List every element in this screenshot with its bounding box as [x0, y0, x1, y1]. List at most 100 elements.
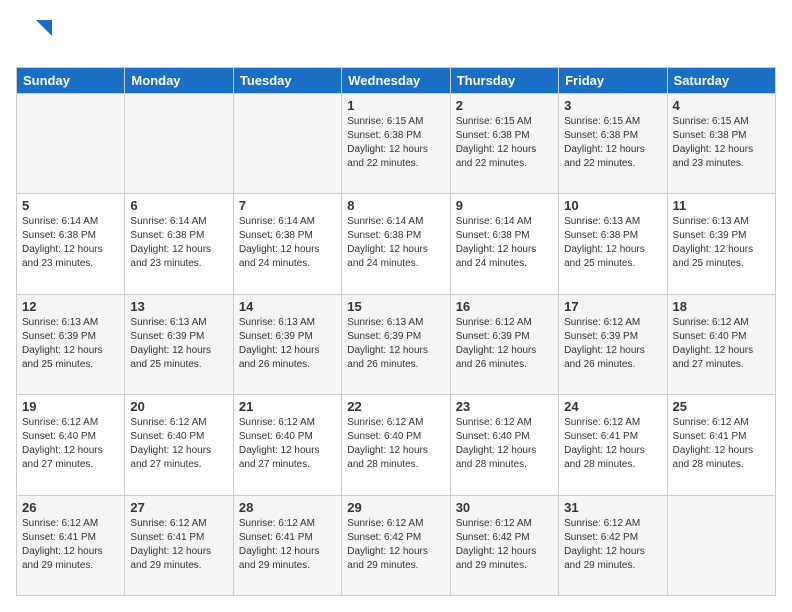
cell-info: Sunrise: 6:13 AM Sunset: 6:39 PM Dayligh… [130, 316, 227, 372]
day-number: 12 [22, 299, 119, 314]
cell-info: Sunrise: 6:14 AM Sunset: 6:38 PM Dayligh… [22, 215, 119, 271]
day-number: 9 [456, 198, 553, 213]
calendar-cell: 20 Sunrise: 6:12 AM Sunset: 6:40 PM Dayli… [125, 395, 233, 495]
day-number: 2 [456, 98, 553, 113]
day-number: 15 [347, 299, 444, 314]
day-number: 8 [347, 198, 444, 213]
day-number: 14 [239, 299, 336, 314]
cell-info: Sunrise: 6:13 AM Sunset: 6:39 PM Dayligh… [673, 215, 770, 271]
cell-info: Sunrise: 6:12 AM Sunset: 6:41 PM Dayligh… [239, 517, 336, 573]
cell-info: Sunrise: 6:13 AM Sunset: 6:39 PM Dayligh… [22, 316, 119, 372]
logo-icon [16, 16, 52, 52]
day-number: 16 [456, 299, 553, 314]
weekday-header: Friday [559, 68, 667, 94]
cell-info: Sunrise: 6:12 AM Sunset: 6:42 PM Dayligh… [564, 517, 661, 573]
calendar-cell: 17 Sunrise: 6:12 AM Sunset: 6:39 PM Dayli… [559, 294, 667, 394]
cell-info: Sunrise: 6:13 AM Sunset: 6:39 PM Dayligh… [239, 316, 336, 372]
calendar-cell: 7 Sunrise: 6:14 AM Sunset: 6:38 PM Daylig… [233, 194, 341, 294]
day-number: 24 [564, 399, 661, 414]
calendar-cell: 28 Sunrise: 6:12 AM Sunset: 6:41 PM Dayli… [233, 495, 341, 595]
header [16, 16, 776, 57]
calendar-cell: 11 Sunrise: 6:13 AM Sunset: 6:39 PM Dayli… [667, 194, 775, 294]
calendar-cell: 18 Sunrise: 6:12 AM Sunset: 6:40 PM Dayli… [667, 294, 775, 394]
day-number: 17 [564, 299, 661, 314]
calendar-table: SundayMondayTuesdayWednesdayThursdayFrid… [16, 67, 776, 596]
weekday-header: Saturday [667, 68, 775, 94]
calendar-cell: 30 Sunrise: 6:12 AM Sunset: 6:42 PM Dayli… [450, 495, 558, 595]
calendar-cell [125, 94, 233, 194]
day-number: 27 [130, 500, 227, 515]
day-number: 5 [22, 198, 119, 213]
cell-info: Sunrise: 6:12 AM Sunset: 6:40 PM Dayligh… [239, 416, 336, 472]
cell-info: Sunrise: 6:14 AM Sunset: 6:38 PM Dayligh… [239, 215, 336, 271]
cell-info: Sunrise: 6:12 AM Sunset: 6:40 PM Dayligh… [673, 316, 770, 372]
cell-info: Sunrise: 6:12 AM Sunset: 6:42 PM Dayligh… [347, 517, 444, 573]
day-number: 23 [456, 399, 553, 414]
day-number: 19 [22, 399, 119, 414]
day-number: 30 [456, 500, 553, 515]
cell-info: Sunrise: 6:14 AM Sunset: 6:38 PM Dayligh… [130, 215, 227, 271]
calendar-cell: 6Sunrise: 6:14 AM Sunset: 6:38 PM Daylig… [125, 194, 233, 294]
cell-info: Sunrise: 6:15 AM Sunset: 6:38 PM Dayligh… [347, 115, 444, 171]
cell-info: Sunrise: 6:12 AM Sunset: 6:41 PM Dayligh… [130, 517, 227, 573]
page: SundayMondayTuesdayWednesdayThursdayFrid… [0, 0, 792, 612]
calendar-cell: 29Sunrise: 6:12 AM Sunset: 6:42 PM Dayli… [342, 495, 450, 595]
calendar-cell: 24 Sunrise: 6:12 AM Sunset: 6:41 PM Dayli… [559, 395, 667, 495]
day-number: 4 [673, 98, 770, 113]
day-number: 18 [673, 299, 770, 314]
calendar-cell: 23Sunrise: 6:12 AM Sunset: 6:40 PM Dayli… [450, 395, 558, 495]
day-number: 31 [564, 500, 661, 515]
cell-info: Sunrise: 6:12 AM Sunset: 6:42 PM Dayligh… [456, 517, 553, 573]
cell-info: Sunrise: 6:13 AM Sunset: 6:39 PM Dayligh… [347, 316, 444, 372]
cell-info: Sunrise: 6:13 AM Sunset: 6:38 PM Dayligh… [564, 215, 661, 271]
calendar-cell: 5 Sunrise: 6:14 AM Sunset: 6:38 PM Daylig… [17, 194, 125, 294]
weekday-header: Sunday [17, 68, 125, 94]
cell-info: Sunrise: 6:12 AM Sunset: 6:39 PM Dayligh… [456, 316, 553, 372]
cell-info: Sunrise: 6:12 AM Sunset: 6:41 PM Dayligh… [22, 517, 119, 573]
cell-info: Sunrise: 6:12 AM Sunset: 6:40 PM Dayligh… [22, 416, 119, 472]
calendar-week-row: 12 Sunrise: 6:13 AM Sunset: 6:39 PM Dayli… [17, 294, 776, 394]
calendar-cell: 3Sunrise: 6:15 AM Sunset: 6:38 PM Daylig… [559, 94, 667, 194]
calendar-cell: 1 Sunrise: 6:15 AM Sunset: 6:38 PM Daylig… [342, 94, 450, 194]
calendar-cell: 25 Sunrise: 6:12 AM Sunset: 6:41 PM Dayli… [667, 395, 775, 495]
day-number: 10 [564, 198, 661, 213]
day-number: 21 [239, 399, 336, 414]
calendar-week-row: 19 Sunrise: 6:12 AM Sunset: 6:40 PM Dayli… [17, 395, 776, 495]
logo [16, 16, 52, 57]
weekday-header-row: SundayMondayTuesdayWednesdayThursdayFrid… [17, 68, 776, 94]
day-number: 1 [347, 98, 444, 113]
cell-info: Sunrise: 6:14 AM Sunset: 6:38 PM Dayligh… [347, 215, 444, 271]
calendar-cell: 22 Sunrise: 6:12 AM Sunset: 6:40 PM Dayli… [342, 395, 450, 495]
cell-info: Sunrise: 6:12 AM Sunset: 6:40 PM Dayligh… [347, 416, 444, 472]
calendar-cell: 27 Sunrise: 6:12 AM Sunset: 6:41 PM Dayli… [125, 495, 233, 595]
calendar-week-row: 26 Sunrise: 6:12 AM Sunset: 6:41 PM Dayli… [17, 495, 776, 595]
calendar-cell: 9Sunrise: 6:14 AM Sunset: 6:38 PM Daylig… [450, 194, 558, 294]
cell-info: Sunrise: 6:12 AM Sunset: 6:41 PM Dayligh… [564, 416, 661, 472]
cell-info: Sunrise: 6:15 AM Sunset: 6:38 PM Dayligh… [564, 115, 661, 171]
weekday-header: Monday [125, 68, 233, 94]
calendar-cell: 19 Sunrise: 6:12 AM Sunset: 6:40 PM Dayli… [17, 395, 125, 495]
day-number: 28 [239, 500, 336, 515]
calendar-week-row: 5 Sunrise: 6:14 AM Sunset: 6:38 PM Daylig… [17, 194, 776, 294]
calendar-cell: 4 Sunrise: 6:15 AM Sunset: 6:38 PM Daylig… [667, 94, 775, 194]
calendar-cell [667, 495, 775, 595]
day-number: 25 [673, 399, 770, 414]
day-number: 22 [347, 399, 444, 414]
cell-info: Sunrise: 6:12 AM Sunset: 6:39 PM Dayligh… [564, 316, 661, 372]
calendar-cell: 14 Sunrise: 6:13 AM Sunset: 6:39 PM Dayli… [233, 294, 341, 394]
day-number: 11 [673, 198, 770, 213]
calendar-week-row: 1 Sunrise: 6:15 AM Sunset: 6:38 PM Daylig… [17, 94, 776, 194]
day-number: 13 [130, 299, 227, 314]
day-number: 26 [22, 500, 119, 515]
cell-info: Sunrise: 6:12 AM Sunset: 6:41 PM Dayligh… [673, 416, 770, 472]
cell-info: Sunrise: 6:15 AM Sunset: 6:38 PM Dayligh… [673, 115, 770, 171]
weekday-header: Tuesday [233, 68, 341, 94]
calendar-cell: 16 Sunrise: 6:12 AM Sunset: 6:39 PM Dayli… [450, 294, 558, 394]
calendar-cell: 21 Sunrise: 6:12 AM Sunset: 6:40 PM Dayli… [233, 395, 341, 495]
cell-info: Sunrise: 6:12 AM Sunset: 6:40 PM Dayligh… [130, 416, 227, 472]
day-number: 7 [239, 198, 336, 213]
day-number: 20 [130, 399, 227, 414]
calendar-cell: 13 Sunrise: 6:13 AM Sunset: 6:39 PM Dayli… [125, 294, 233, 394]
calendar-cell: 2Sunrise: 6:15 AM Sunset: 6:38 PM Daylig… [450, 94, 558, 194]
calendar-cell: 31 Sunrise: 6:12 AM Sunset: 6:42 PM Dayli… [559, 495, 667, 595]
